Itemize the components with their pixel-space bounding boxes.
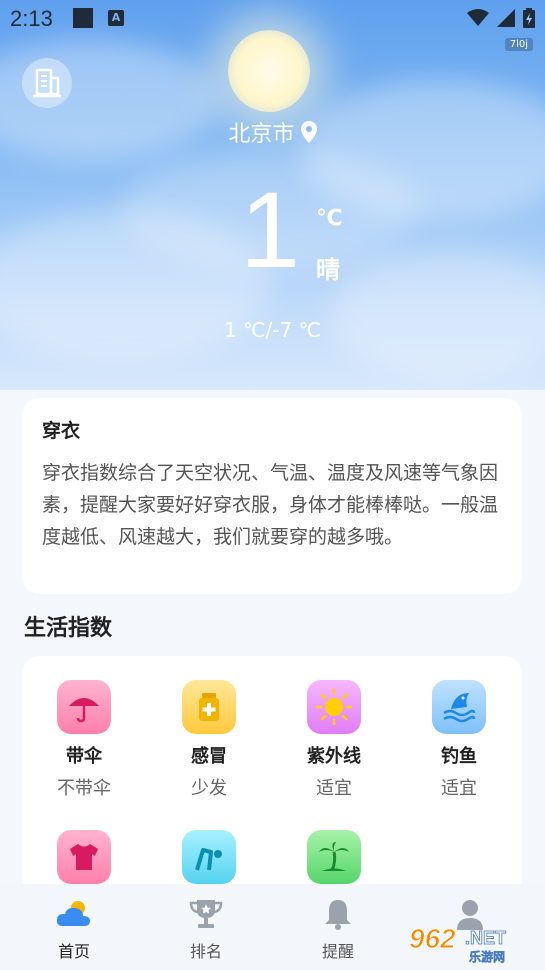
trophy-icon — [188, 896, 224, 932]
life-item-name: 感冒 — [191, 746, 227, 767]
weather-icon — [54, 896, 94, 932]
building-icon — [33, 68, 61, 98]
sun-graphic — [228, 30, 310, 112]
life-item-value: 适宜 — [316, 778, 352, 799]
medicine-icon — [182, 680, 236, 734]
life-item-fishing[interactable]: 钓鱼 适宜 — [399, 680, 519, 800]
dressing-index-card: 穿衣 穿衣指数综合了天空状况、气温、温度及风速等气象因素，提醒大家要好好穿衣服，… — [22, 398, 522, 594]
life-item-name: 带伞 — [66, 746, 102, 767]
temperature-range: 1 ℃/-7 ℃ — [223, 318, 322, 342]
life-index-title: 生活指数 — [24, 616, 113, 641]
status-time: 2:13 — [10, 6, 53, 31]
life-item-value: 适宜 — [441, 778, 477, 799]
weather-condition: 晴 — [316, 256, 340, 284]
wifi-icon — [467, 9, 489, 26]
site-watermark-logo: 962 .NET 乐游网 — [409, 923, 507, 965]
bell-icon — [323, 896, 353, 932]
app-a-icon: A — [108, 10, 124, 26]
dressing-title: 穿衣 — [42, 420, 81, 442]
location-pin-icon — [300, 121, 317, 143]
battery-icon — [523, 8, 535, 28]
bottom-tab-bar: 首页 排名 提醒 962 .NET 乐游网 — [0, 884, 545, 970]
weather-hero: 2:13 A 7l0j 北京市 1 ℃ 晴 1 ℃/-7 ℃ — [0, 0, 545, 390]
tab-label: 首页 — [57, 942, 90, 961]
tab-label: 排名 — [189, 942, 222, 961]
svg-text:962: 962 — [409, 923, 456, 954]
signal-icon — [497, 9, 515, 27]
current-temperature: 1 — [240, 169, 301, 290]
life-item-value: 少发 — [191, 778, 227, 799]
svg-text:.NET: .NET — [465, 928, 506, 948]
life-item-name: 紫外线 — [307, 746, 361, 767]
city-manage-button[interactable] — [22, 58, 72, 108]
life-item-value: 不带伞 — [57, 778, 111, 799]
tab-reminder[interactable]: 提醒 — [288, 896, 388, 962]
clothes-icon — [57, 830, 111, 884]
city-selector[interactable]: 北京市 — [0, 116, 545, 148]
life-index-grid: 带伞 不带伞 感冒 少发 紫外线 适宜 钓鱼 适宜 — [22, 656, 522, 916]
dressing-description: 穿衣指数综合了天空状况、气温、温度及风速等气象因素，提醒大家要好好穿衣服，身体才… — [42, 462, 499, 548]
life-item-cold[interactable]: 感冒 少发 — [149, 680, 269, 800]
life-item-name: 钓鱼 — [441, 746, 477, 767]
life-item-umbrella[interactable]: 带伞 不带伞 — [24, 680, 144, 800]
life-item-uv[interactable]: 紫外线 适宜 — [274, 680, 394, 800]
exercise-icon — [182, 830, 236, 884]
tab-label: 提醒 — [321, 942, 354, 961]
temperature-unit: ℃ — [316, 206, 343, 231]
status-bar: 2:13 A — [0, 0, 545, 36]
city-name: 北京市 — [228, 122, 295, 147]
fish-icon — [432, 680, 486, 734]
tab-home[interactable]: 首页 — [24, 896, 124, 962]
svg-text:乐游网: 乐游网 — [469, 949, 505, 964]
network-speed-badge: 7l0j — [504, 38, 533, 51]
palm-tree-icon — [307, 830, 361, 884]
umbrella-icon — [57, 680, 111, 734]
notification-icon — [73, 8, 93, 28]
tab-ranking[interactable]: 排名 — [156, 896, 256, 962]
uv-sun-icon — [307, 680, 361, 734]
